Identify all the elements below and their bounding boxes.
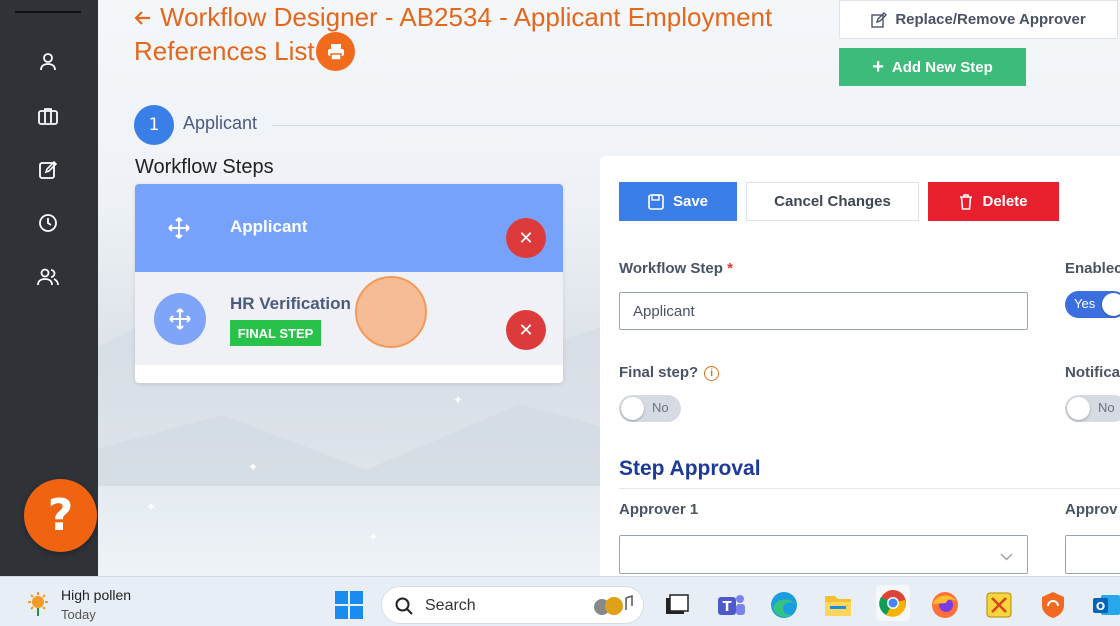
workflow-step-item[interactable]: HR Verification FINAL STEP ✕ — [135, 272, 563, 365]
svg-text:O: O — [1096, 600, 1105, 613]
delete-label: Delete — [982, 193, 1028, 210]
taskbar-search-box[interactable]: Search — [381, 586, 644, 624]
remove-step-button[interactable]: ✕ — [506, 310, 546, 350]
approver-2-label: Approv — [1065, 501, 1118, 518]
search-placeholder: Search — [425, 597, 476, 614]
sidebar-top-line — [15, 11, 81, 13]
vpn-shield-icon[interactable] — [1037, 589, 1069, 621]
trash-icon — [960, 193, 973, 210]
weather-subtitle: Today — [61, 607, 96, 622]
sparkle: ✦ — [248, 460, 259, 474]
search-highlight-icon — [592, 593, 636, 623]
printer-icon — [327, 43, 344, 61]
drag-move-icon[interactable] — [153, 202, 205, 254]
snipping-tool-icon[interactable] — [983, 589, 1015, 621]
approver-2-select[interactable] — [1065, 535, 1120, 574]
page-title: Workflow Designer - AB2534 - Applicant E… — [134, 0, 824, 68]
cursor-highlight — [355, 276, 427, 348]
plus-icon: + — [872, 56, 884, 78]
delete-button[interactable]: Delete — [928, 182, 1059, 221]
chrome-browser-icon[interactable] — [876, 585, 910, 621]
required-marker: * — [727, 260, 733, 277]
print-button[interactable] — [316, 32, 355, 71]
chevron-down-icon — [1000, 548, 1013, 565]
add-new-step-button[interactable]: + Add New Step — [839, 48, 1026, 86]
svg-text:T: T — [723, 600, 732, 615]
outlook-icon[interactable]: O — [1090, 589, 1120, 621]
approver-1-select[interactable] — [619, 535, 1028, 574]
final-step-toggle[interactable]: No — [619, 395, 681, 422]
clock-icon[interactable] — [36, 211, 60, 235]
replace-remove-approver-button[interactable]: Replace/Remove Approver — [839, 0, 1118, 39]
page-title-text: Workflow Designer - AB2534 - Applicant E… — [134, 2, 773, 66]
edge-browser-icon[interactable] — [768, 589, 800, 621]
final-step-label-text: Final step? — [619, 364, 699, 381]
search-icon — [395, 597, 413, 619]
workflow-step-label: Workflow Step * — [619, 260, 733, 277]
workflow-step-item[interactable]: Applicant ✕ — [135, 184, 563, 272]
close-icon: ✕ — [518, 319, 534, 341]
enabled-toggle[interactable]: Yes — [1065, 291, 1120, 318]
cancel-changes-button[interactable]: Cancel Changes — [746, 182, 919, 221]
drag-move-icon[interactable] — [154, 293, 206, 345]
replace-remove-approver-label: Replace/Remove Approver — [895, 11, 1086, 28]
final-step-toggle-text: No — [652, 400, 669, 415]
sparkle: ✦ — [146, 500, 157, 514]
task-view-icon[interactable] — [661, 589, 693, 621]
back-arrow-icon[interactable] — [134, 0, 152, 34]
stepper-number[interactable]: 1 — [134, 105, 174, 145]
workflow-step-input[interactable]: Applicant — [619, 292, 1028, 330]
notification-label: Notifica — [1065, 364, 1120, 381]
save-button[interactable]: Save — [619, 182, 737, 221]
briefcase-icon[interactable] — [36, 104, 60, 128]
workflow-steps-heading: Workflow Steps — [135, 156, 274, 178]
notification-toggle-text: No — [1098, 400, 1115, 415]
workflow-step-name: Applicant — [230, 217, 308, 236]
toggle-knob — [1067, 397, 1090, 420]
save-label: Save — [672, 193, 709, 210]
final-step-label: Final step? i — [619, 364, 720, 381]
stepper-line — [272, 125, 1120, 126]
toggle-knob — [621, 397, 644, 420]
edit-icon — [871, 11, 888, 28]
file-explorer-icon[interactable] — [822, 589, 854, 621]
save-icon — [648, 193, 664, 210]
help-label: ? — [47, 490, 74, 541]
workflow-step-value: Applicant — [633, 302, 695, 320]
notification-toggle[interactable]: No — [1065, 395, 1120, 422]
enabled-label: Enablec — [1065, 260, 1120, 277]
edit-icon[interactable] — [36, 158, 60, 182]
add-new-step-label: Add New Step — [891, 58, 993, 76]
help-button[interactable]: ? — [24, 479, 97, 552]
teams-icon[interactable]: T — [715, 589, 747, 621]
windows-start-icon[interactable] — [333, 589, 365, 621]
sparkle: ✦ — [453, 393, 464, 407]
remove-step-button[interactable]: ✕ — [506, 218, 546, 258]
info-icon[interactable]: i — [704, 366, 720, 381]
workflow-step-label-text: Workflow Step — [619, 260, 723, 277]
stepper-label: Applicant — [183, 113, 258, 133]
close-icon: ✕ — [518, 227, 534, 249]
approver-1-label: Approver 1 — [619, 501, 699, 518]
workflow-steps-list: Applicant ✕ HR Verification FINAL STEP ✕ — [135, 184, 563, 383]
section-divider — [619, 488, 1120, 489]
workflow-step-name: HR Verification — [230, 294, 351, 313]
final-step-badge: FINAL STEP — [230, 320, 321, 346]
sparkle: ✦ — [368, 530, 379, 544]
firefox-browser-icon[interactable] — [929, 589, 961, 621]
users-icon[interactable] — [36, 265, 60, 289]
weather-title: High pollen — [61, 587, 132, 603]
enabled-toggle-text: Yes — [1074, 296, 1096, 311]
user-icon[interactable] — [36, 50, 60, 74]
windows-taskbar: High pollen Today Search T O — [0, 576, 1120, 626]
step-approval-title: Step Approval — [619, 457, 761, 480]
pollen-icon — [24, 589, 52, 621]
toggle-knob — [1102, 293, 1120, 316]
